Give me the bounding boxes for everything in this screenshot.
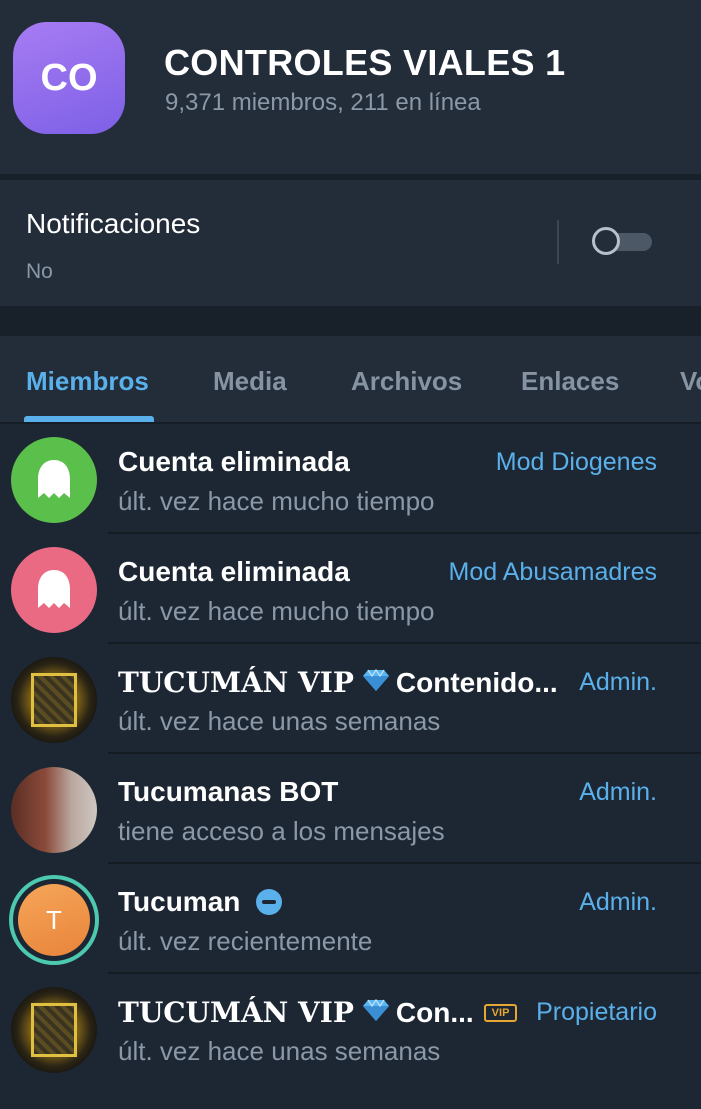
tab-voice[interactable]: Vo [680, 366, 701, 397]
toggle-knob [592, 227, 620, 255]
section-divider [0, 306, 701, 336]
member-role: Admin. [579, 778, 657, 806]
member-role: Mod Diogenes [495, 448, 657, 476]
diamond-icon [362, 997, 390, 1029]
avatar [11, 767, 97, 853]
member-name-styled: TUCUMÁN VIP [118, 996, 354, 1029]
avatar [11, 547, 97, 633]
member-row[interactable]: Cuenta eliminada últ. vez hace mucho tie… [0, 424, 701, 534]
group-subtitle: 9,371 miembros, 211 en línea [165, 89, 481, 116]
avatar-photo [31, 673, 77, 727]
member-row[interactable]: TUCUMÁN VIP Contenido... últ. vez hace u… [0, 644, 701, 754]
tab-media[interactable]: Media [213, 366, 287, 397]
avatar [11, 437, 97, 523]
notifications-toggle[interactable] [592, 226, 654, 256]
member-name: TUCUMÁN VIP Con... VIP [118, 996, 518, 1029]
member-name: Tucuman [118, 886, 283, 918]
ghost-icon [11, 437, 97, 523]
member-name-text: Tucuman [118, 886, 241, 917]
group-title: CONTROLES VIALES 1 [164, 42, 566, 83]
notifications-row[interactable]: Notificaciones No [0, 180, 701, 306]
group-avatar[interactable]: CO [13, 22, 125, 134]
member-role: Propietario [536, 998, 657, 1026]
member-status: últ. vez hace mucho tiempo [118, 596, 435, 626]
tab-files[interactable]: Archivos [351, 366, 462, 397]
member-status: últ. vez hace unas semanas [118, 706, 441, 736]
member-name-rest: Contenido... [395, 666, 558, 698]
avatar-photo [31, 1003, 77, 1057]
member-row[interactable]: T Tucuman últ. vez recientemente Admin. [0, 864, 701, 974]
member-row[interactable]: TUCUMÁN VIP Con... VIP últ. vez hace una… [0, 974, 701, 1084]
member-name: Tucumanas BOT [118, 776, 339, 807]
minus-circle-icon [256, 889, 283, 915]
member-name-styled: TUCUMÁN VIP [118, 666, 354, 699]
vertical-divider [557, 220, 559, 264]
notifications-title: Notificaciones [26, 208, 201, 239]
avatar [11, 987, 97, 1073]
member-name: Cuenta eliminada [118, 446, 350, 477]
member-name: Cuenta eliminada [118, 556, 350, 587]
member-name-rest: Con... [395, 996, 474, 1028]
member-role: Admin. [579, 888, 657, 916]
member-row[interactable]: Tucumanas BOT tiene acceso a los mensaje… [0, 754, 701, 864]
member-status: últ. vez recientemente [118, 926, 373, 956]
avatar: T [18, 884, 90, 956]
tab-links[interactable]: Enlaces [521, 366, 619, 397]
diamond-icon [362, 667, 390, 699]
group-header: CO CONTROLES VIALES 1 9,371 miembros, 21… [0, 0, 701, 174]
avatar [11, 657, 97, 743]
tab-members[interactable]: Miembros [26, 366, 149, 397]
notifications-value: No [26, 260, 53, 283]
member-status: últ. vez hace mucho tiempo [118, 486, 435, 516]
ghost-icon [11, 547, 97, 633]
vip-badge: VIP [483, 1003, 518, 1022]
member-name: TUCUMÁN VIP Contenido... [118, 666, 558, 699]
media-tabs: Miembros Media Archivos Enlaces Vo [0, 336, 701, 424]
member-status: últ. vez hace unas semanas [118, 1036, 441, 1066]
member-role: Admin. [579, 668, 657, 696]
member-row[interactable]: Cuenta eliminada últ. vez hace mucho tie… [0, 534, 701, 644]
member-status: tiene acceso a los mensajes [118, 816, 445, 846]
member-role: Mod Abusamadres [448, 558, 657, 586]
